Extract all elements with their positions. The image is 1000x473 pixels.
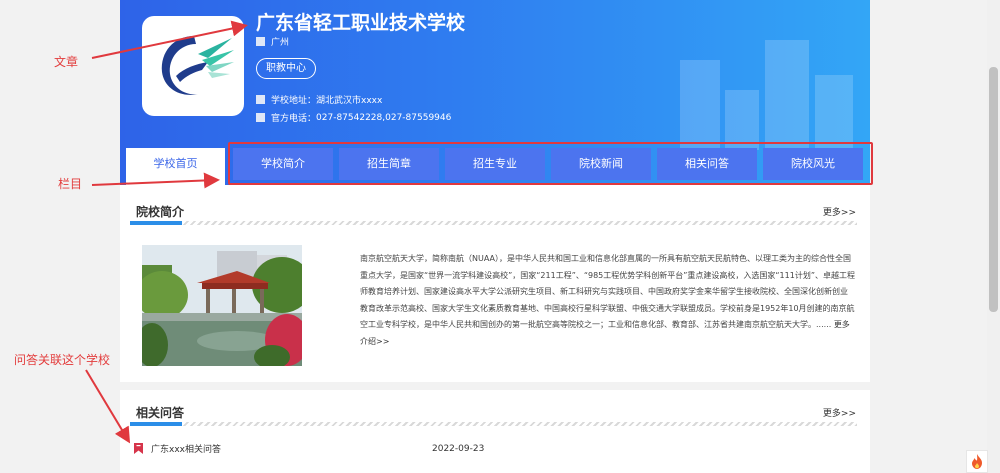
scrollbar-thumb[interactable] — [989, 67, 998, 312]
phone-value: 027-87542228,027-87559946 — [316, 112, 452, 123]
decor-building — [765, 40, 809, 150]
section-divider — [130, 422, 857, 426]
fire-button[interactable] — [966, 450, 988, 473]
qa-panel: 相关问答 更多>> 广东xxx相关问答 2022-09-23 — [120, 390, 870, 473]
section-divider-accent — [130, 221, 182, 225]
school-name: 广东省轻工职业技术学校 — [256, 12, 466, 34]
intro-section-title: 院校简介 — [136, 205, 185, 219]
square-bullet-icon — [256, 95, 265, 104]
school-region-row: 广州 — [256, 35, 289, 48]
intro-text: 南京航空航天大学，简称南航（NUAA），是中华人民共和国工业和信息化部直属的一所… — [360, 254, 855, 329]
square-bullet-icon — [256, 37, 265, 46]
vertical-scrollbar[interactable] — [987, 0, 1000, 473]
school-logo-icon — [161, 36, 234, 95]
section-divider-accent — [130, 422, 182, 426]
qa-more-link[interactable]: 更多>> — [823, 406, 856, 419]
qa-list-item[interactable]: 广东xxx相关问答 — [134, 442, 221, 455]
square-bullet-icon — [256, 113, 265, 122]
school-address-row: 学校地址： 湖北武汉市xxxx — [256, 93, 382, 106]
tab-school-home[interactable]: 学校首页 — [126, 148, 225, 185]
campus-photo — [142, 245, 302, 366]
bookmark-icon — [134, 443, 143, 454]
school-tag-badge[interactable]: 职教中心 — [256, 58, 316, 79]
decor-building — [725, 90, 759, 150]
annotation-column: 栏目 — [58, 177, 83, 191]
intro-panel: 院校简介 更多>> 南京航空航天大学，简称南航（NUAA），是中华人民共和国工业… — [120, 185, 870, 382]
annotation-qa-relation: 问答关联这个学校 — [14, 353, 111, 367]
qa-item-title[interactable]: 广东xxx相关问答 — [151, 442, 221, 455]
section-divider — [130, 221, 857, 225]
address-value: 湖北武汉市xxxx — [316, 96, 383, 106]
intro-more-link[interactable]: 更多>> — [823, 205, 856, 218]
column-highlight-box — [228, 142, 873, 185]
school-phone-row: 官方电话： 027-87542228,027-87559946 — [256, 111, 451, 124]
qa-section-title: 相关问答 — [136, 406, 185, 420]
qa-item-date: 2022-09-23 — [432, 444, 485, 454]
phone-label: 官方电话： — [271, 114, 317, 124]
decor-building — [680, 60, 720, 150]
address-label: 学校地址： — [271, 96, 317, 106]
annotation-article: 文章 — [54, 55, 79, 69]
fire-icon — [972, 454, 982, 469]
page-container: 广东省轻工职业技术学校 广州 职教中心 学校地址： 湖北武汉市xxxx 官方电话… — [120, 0, 870, 473]
intro-text-block: 南京航空航天大学，简称南航（NUAA），是中华人民共和国工业和信息化部直属的一所… — [360, 251, 855, 350]
school-logo — [142, 16, 244, 116]
school-region: 广州 — [271, 38, 290, 48]
decor-building — [815, 75, 853, 150]
